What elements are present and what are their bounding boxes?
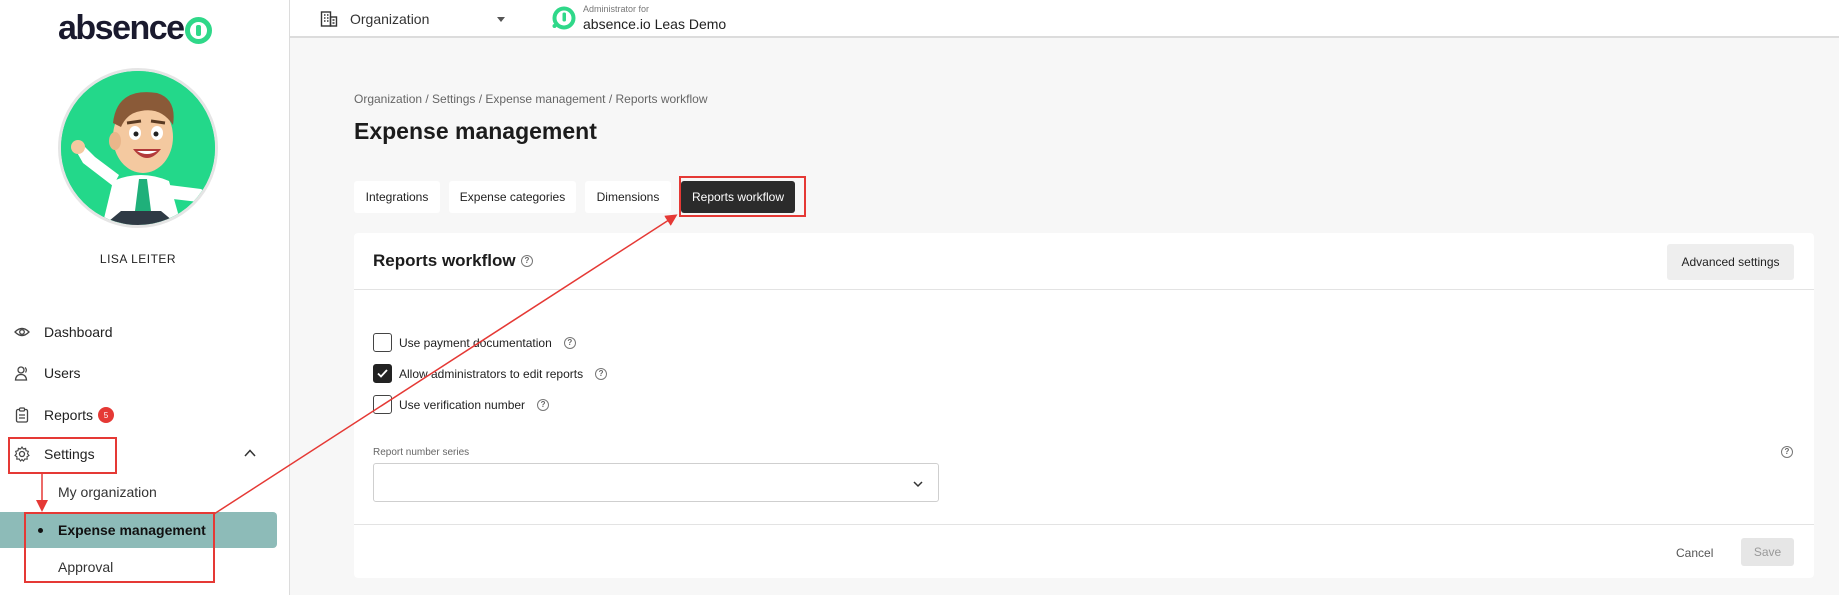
organization-select[interactable]: Organization [320,10,429,28]
card-header: Reports workflow ? Advanced settings [354,233,1814,290]
sidebar-subitem-label: Expense management [58,522,206,538]
payment-documentation-option[interactable]: Use payment documentation ? [373,333,576,352]
logo-mark-icon [184,16,212,44]
checkbox-label: Use payment documentation [399,335,552,350]
chevron-up-icon[interactable] [243,446,257,460]
allow-admin-edit-option[interactable]: Allow administrators to edit reports ? [373,364,608,383]
payment-documentation-checkbox[interactable] [373,333,392,352]
sidebar-item-label: Settings [44,446,95,462]
allow-admin-edit-checkbox[interactable] [373,364,392,383]
cartoon-man-icon [61,71,215,225]
cancel-button[interactable]: Cancel [1676,538,1713,568]
report-number-series-label: Report number series [373,447,470,458]
checkmark-icon [377,369,388,378]
building-icon [320,10,338,28]
sidebar-item-label: Users [44,365,81,381]
sidebar-subitem-my-organization[interactable]: My organization [58,484,157,500]
sidebar-item-label: Dashboard [44,324,113,340]
help-icon[interactable]: ? [537,398,550,411]
clipboard-icon [14,407,30,423]
active-bullet-icon [38,528,43,533]
reports-count-badge: 5 [98,407,115,423]
avatar[interactable] [58,68,218,228]
tab-reports-workflow[interactable]: Reports workflow [681,181,795,213]
sidebar-item-label: Reports [44,407,94,423]
tab-integrations[interactable]: Integrations [354,181,440,213]
absence-logo[interactable]: absence [58,8,212,47]
absence-mark-icon [552,6,576,30]
sidebar-item-users[interactable]: Users [14,359,81,387]
user-name: LISA LEITER [99,252,177,266]
help-icon[interactable]: ? [595,367,608,380]
sidebar-item-dashboard[interactable]: Dashboard [14,318,113,346]
help-icon[interactable]: ? [521,255,533,267]
chevron-down-icon [912,477,924,489]
admin-company-name[interactable]: absence.io Leas Demo [583,16,726,32]
caret-down-icon[interactable] [497,17,505,22]
tab-dimensions[interactable]: Dimensions [585,181,671,213]
advanced-settings-button[interactable]: Advanced settings [1667,244,1794,280]
top-bar: Organization Administrator for absence.i… [290,0,1839,38]
tab-expense-categories[interactable]: Expense categories [449,181,576,213]
eye-icon [14,324,30,340]
help-icon[interactable]: ? [563,336,576,349]
sidebar-subitem-expense-management[interactable]: Expense management [0,512,277,548]
sidebar-item-settings[interactable]: Settings [14,440,95,468]
sidebar: absence LISA LEITER Dashboard Users Repo… [0,0,290,595]
logo-text: absence [58,8,185,47]
users-icon [14,365,30,381]
checkbox-label: Allow administrators to edit reports [399,366,584,381]
sidebar-subitem-approval[interactable]: Approval [58,559,113,575]
sidebar-item-reports[interactable]: Reports 5 [14,401,115,429]
card-title: Reports workflow [373,251,516,270]
admin-caption: Administrator for [583,4,650,14]
checkbox-label: Use verification number [399,397,526,412]
help-icon[interactable]: ? [1781,446,1793,458]
breadcrumb: Organization / Settings / Expense manage… [354,92,708,106]
card-divider [354,524,1814,525]
verification-number-option[interactable]: Use verification number ? [373,395,550,414]
verification-number-checkbox[interactable] [373,395,392,414]
gear-icon [14,446,30,462]
reports-workflow-card: Reports workflow ? Advanced settings Use… [354,233,1814,578]
organization-select-value: Organization [350,11,430,27]
page-title: Expense management [354,118,597,144]
save-button[interactable]: Save [1741,538,1794,566]
report-number-series-select[interactable] [373,463,939,502]
